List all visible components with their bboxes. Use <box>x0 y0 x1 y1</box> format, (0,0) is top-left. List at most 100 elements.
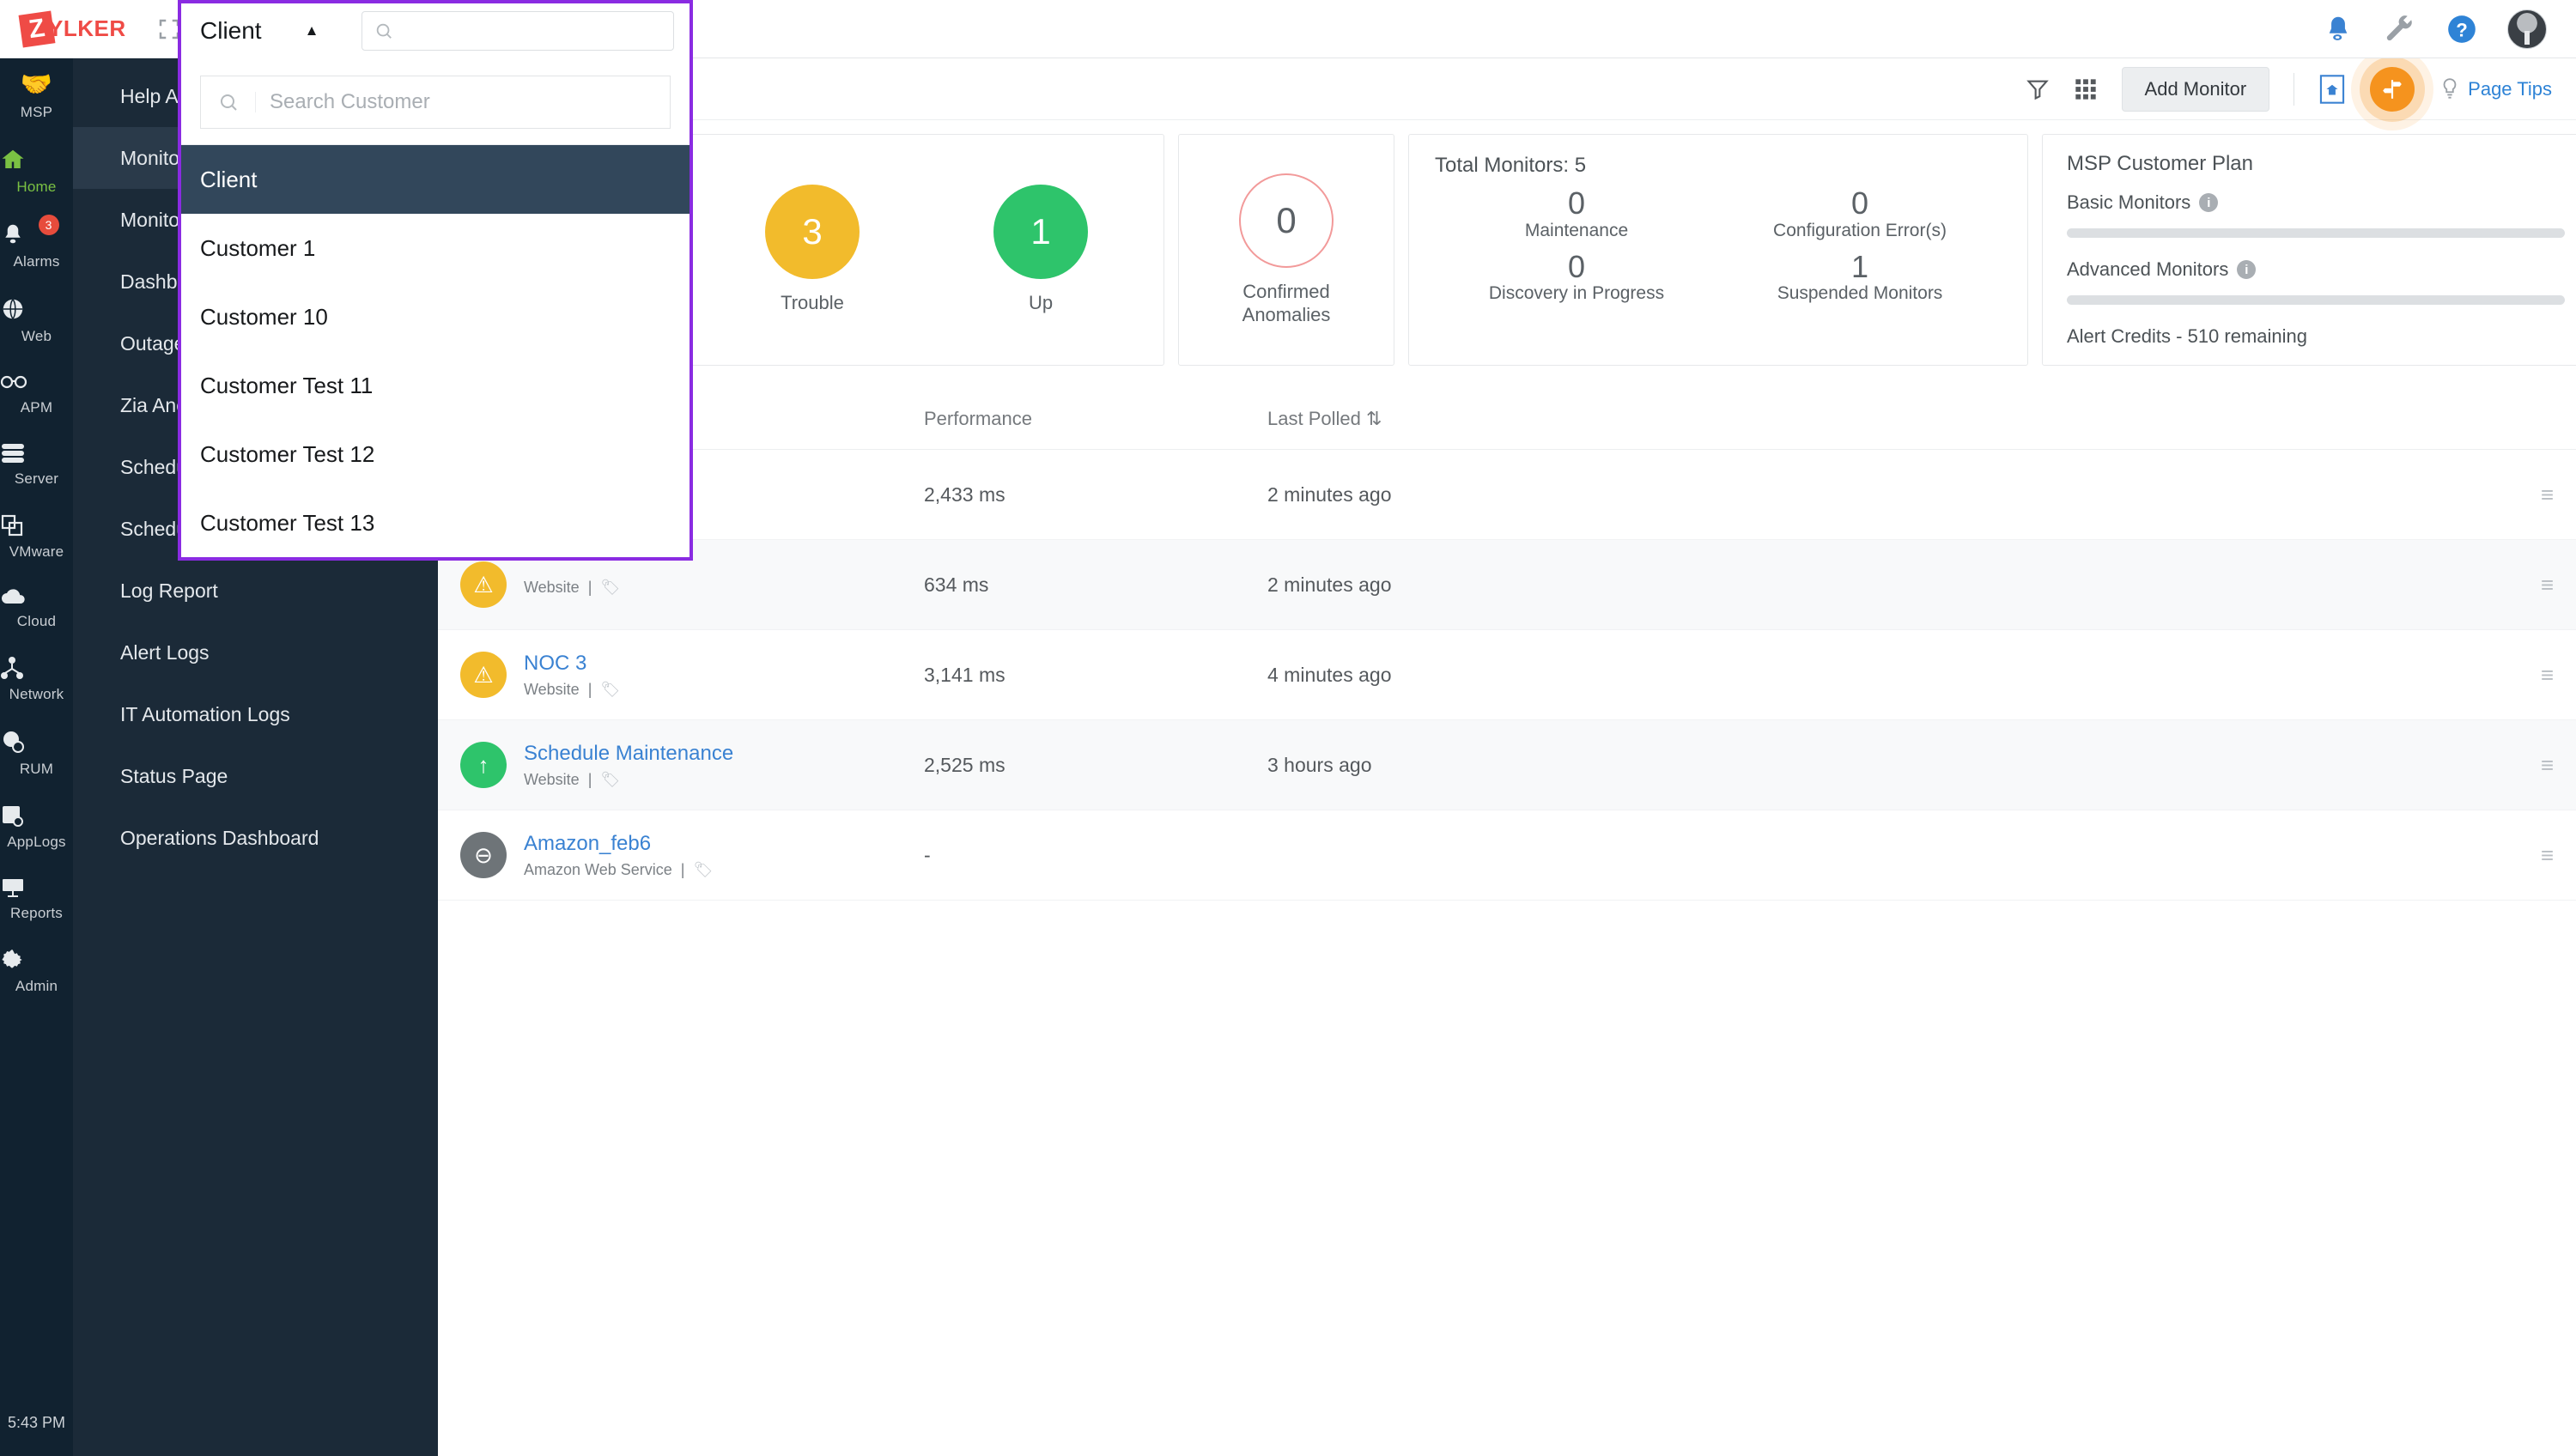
sort-icon[interactable]: ⇅ <box>1366 408 1382 429</box>
table-row[interactable]: ⚠ Website | 🏷 634 ms 2 minutes ago ≡ <box>438 540 2576 630</box>
bell-icon <box>0 221 73 247</box>
wrench-icon[interactable] <box>2384 13 2416 46</box>
rail-label: RUM <box>19 761 54 777</box>
signpost-icon[interactable] <box>2370 66 2415 112</box>
sidebar-item-it-automation-logs[interactable]: IT Automation Logs <box>73 683 438 745</box>
help-icon[interactable]: ? <box>2445 13 2478 46</box>
rail-item-server[interactable]: Server <box>0 428 73 500</box>
total-monitors-title: Total Monitors: 5 <box>1435 154 1587 177</box>
rail-item-applogs[interactable]: AppLogs <box>0 790 73 863</box>
table-row[interactable]: ⊖ Amazon_feb6 Amazon Web Service | 🏷 - ≡ <box>438 810 2576 901</box>
col-performance[interactable]: Performance <box>924 408 1267 430</box>
table-row[interactable]: ⚠ NOC 3 Website | 🏷 3,141 ms 4 minutes ag… <box>438 630 2576 720</box>
rail-label: Cloud <box>16 613 57 629</box>
col-last-polled[interactable]: Last Polled ⇅ <box>1267 408 1611 430</box>
rail-label: Home <box>16 179 57 195</box>
confirmed-anomalies-card[interactable]: 0 Confirmed Anomalies <box>1178 134 1394 366</box>
status-up[interactable]: 1 Up <box>968 185 1114 315</box>
funnel-icon[interactable] <box>2026 77 2050 101</box>
logo-mark: Z <box>18 10 56 47</box>
rum-globe-icon <box>0 729 73 755</box>
table-header: Performance Last Polled ⇅ <box>438 388 2576 450</box>
rail-item-vmware[interactable]: VMware <box>0 500 73 573</box>
info-icon[interactable]: i <box>2237 260 2257 279</box>
table-row[interactable]: 2,433 ms 2 minutes ago ≡ <box>438 450 2576 540</box>
divider <box>2293 72 2295 106</box>
customer-options-list: Client Customer 1 Customer 10 Customer T… <box>181 144 690 557</box>
top-search-field[interactable] <box>361 11 674 51</box>
maintenance-stat[interactable]: 0 Maintenance <box>1435 186 1718 241</box>
rail-label: Server <box>14 470 59 487</box>
discovery-value: 0 <box>1567 248 1586 284</box>
monitors-table: Performance Last Polled ⇅ 2,433 ms 2 min… <box>438 388 2576 901</box>
page-tips-button[interactable]: Page Tips <box>2439 77 2552 101</box>
cell-performance: 634 ms <box>924 573 989 596</box>
sidebar-item-alert-logs[interactable]: Alert Logs <box>73 622 438 683</box>
rail-item-rum[interactable]: RUM <box>0 715 73 790</box>
rail-item-alarms[interactable]: 3 Alarms <box>0 208 73 282</box>
rail-item-network[interactable]: Network <box>0 642 73 715</box>
rail-item-apm[interactable]: APM <box>0 357 73 428</box>
binoculars-icon <box>0 371 73 393</box>
reports-icon <box>0 877 73 899</box>
monitor-name[interactable]: NOC 3 <box>524 652 620 676</box>
announcement-bell-icon[interactable] <box>2322 13 2354 46</box>
table-row[interactable]: ↑ Schedule Maintenance Website | 🏷 2,525 … <box>438 720 2576 810</box>
home-page-icon[interactable] <box>2318 74 2346 104</box>
rail-item-home[interactable]: Home <box>0 133 73 208</box>
customer-option-customer-1[interactable]: Customer 1 <box>181 214 690 282</box>
customer-option-customer-test-11[interactable]: Customer Test 11 <box>181 351 690 420</box>
topbar-actions: ? <box>2322 9 2576 49</box>
alarms-badge: 3 <box>38 215 59 235</box>
monitor-name[interactable]: Amazon_feb6 <box>524 832 713 856</box>
customer-option-customer-test-12[interactable]: Customer Test 12 <box>181 420 690 488</box>
cell-performance: 2,525 ms <box>924 753 1005 776</box>
trouble-bubble: 3 <box>765 185 860 280</box>
brand-logo[interactable]: Z YLKER <box>0 10 137 47</box>
sidebar-item-status-page[interactable]: Status Page <box>73 745 438 807</box>
user-avatar[interactable] <box>2507 9 2547 49</box>
sidebar-item-log-report[interactable]: Log Report <box>73 560 438 622</box>
discovery-stat[interactable]: 0 Discovery in Progress <box>1435 248 1718 305</box>
search-customer-input[interactable]: Search Customer <box>200 76 671 129</box>
row-menu-icon[interactable]: ≡ <box>2541 752 2554 779</box>
basic-monitors-bar <box>2067 228 2565 238</box>
home-icon <box>0 147 73 173</box>
customer-option-client[interactable]: Client <box>181 145 690 214</box>
row-menu-icon[interactable]: ≡ <box>2541 482 2554 508</box>
up-bubble: 1 <box>993 185 1088 280</box>
tag-icon[interactable]: 🏷 <box>600 681 620 699</box>
maintenance-value: 0 <box>1567 185 1586 221</box>
rail-item-admin[interactable]: Admin <box>0 934 73 1007</box>
grid-icon[interactable] <box>2074 77 2098 101</box>
customer-selector-trigger[interactable]: Client ▲ <box>178 0 693 58</box>
sidebar-item-operations-dashboard[interactable]: Operations Dashboard <box>73 807 438 869</box>
row-menu-icon[interactable]: ≡ <box>2541 662 2554 689</box>
config-error-stat[interactable]: 0 Configuration Error(s) <box>1718 186 2002 241</box>
sidebar-item-label: Operations Dashboard <box>120 826 319 849</box>
rail-item-msp[interactable]: 🤝 MSP <box>0 58 73 133</box>
search-customer-placeholder: Search Customer <box>270 90 430 113</box>
tag-icon[interactable]: 🏷 <box>693 861 713 879</box>
page-tips-label: Page Tips <box>2468 77 2552 100</box>
anomalies-label: Confirmed Anomalies <box>1242 280 1331 326</box>
rail-item-reports[interactable]: Reports <box>0 863 73 934</box>
status-trouble[interactable]: 3 Trouble <box>739 185 885 315</box>
info-icon[interactable]: i <box>2199 193 2219 212</box>
add-monitor-button[interactable]: Add Monitor <box>2121 66 2270 112</box>
monitor-name[interactable]: Schedule Maintenance <box>524 742 733 766</box>
discovery-label: Discovery in Progress <box>1488 283 1665 304</box>
rail-label: MSP <box>20 104 53 120</box>
customer-option-customer-10[interactable]: Customer 10 <box>181 282 690 351</box>
row-menu-icon[interactable]: ≡ <box>2541 572 2554 598</box>
tag-icon[interactable]: 🏷 <box>600 579 620 597</box>
rail-item-cloud[interactable]: Cloud <box>0 573 73 642</box>
rail-item-web[interactable]: Web <box>0 282 73 357</box>
tag-icon[interactable]: 🏷 <box>600 771 620 789</box>
search-icon <box>201 92 256 112</box>
layers-icon <box>0 513 73 537</box>
rail-label: Network <box>9 686 64 702</box>
customer-option-customer-test-13[interactable]: Customer Test 13 <box>181 488 690 557</box>
row-menu-icon[interactable]: ≡ <box>2541 842 2554 869</box>
suspended-stat[interactable]: 1 Suspended Monitors <box>1718 249 2002 305</box>
